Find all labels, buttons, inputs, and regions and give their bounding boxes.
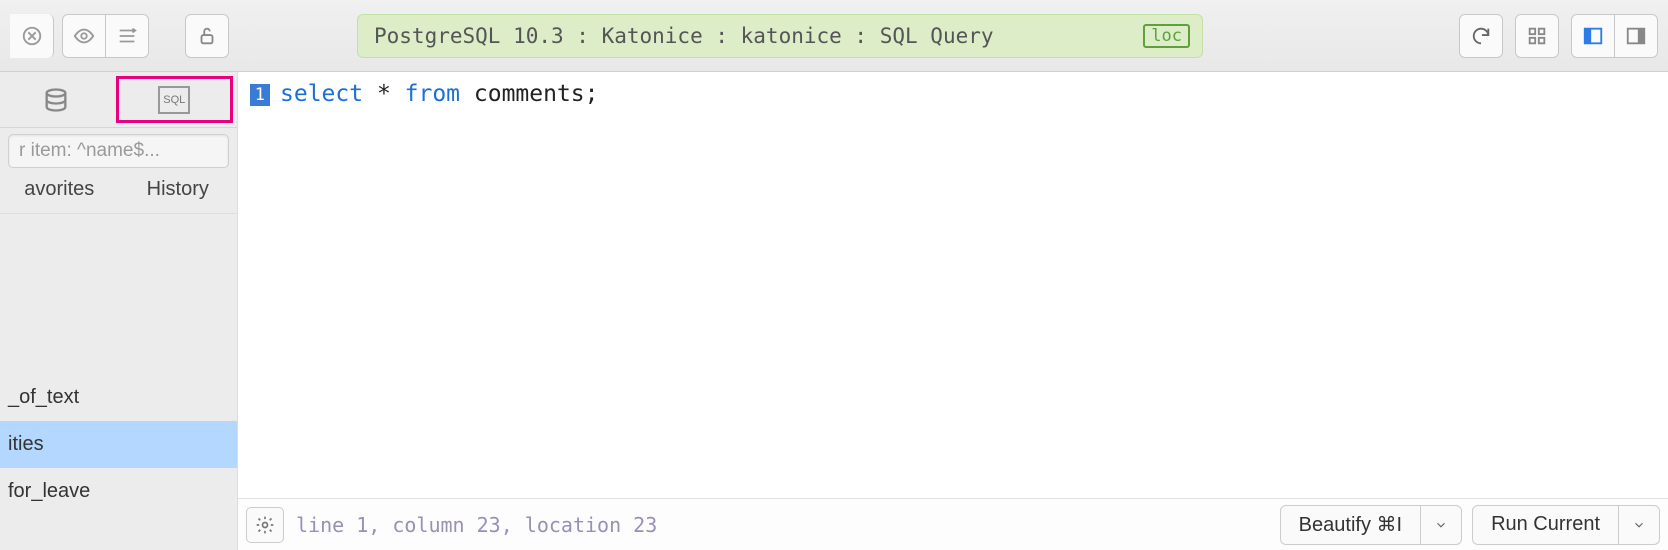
sidebar: SQL r item: ^name$... avorites History _… <box>0 72 238 550</box>
refresh-icon <box>1470 25 1492 47</box>
indent-button[interactable] <box>105 14 149 58</box>
panel-left-icon <box>1582 25 1604 47</box>
top-toolbar: PostgreSQL 10.3 : Katonice : katonice : … <box>0 0 1668 72</box>
cancel-button[interactable] <box>10 14 54 58</box>
run-button[interactable]: Run Current <box>1472 505 1660 545</box>
sidebar-section-favorites[interactable]: avorites <box>0 178 119 203</box>
panel-right-icon <box>1625 25 1647 47</box>
sidebar-tab-structure[interactable] <box>0 72 112 127</box>
connection-bar[interactable]: PostgreSQL 10.3 : Katonice : katonice : … <box>357 14 1203 58</box>
sidebar-section-history[interactable]: History <box>119 178 238 203</box>
text-token: comments; <box>460 81 598 107</box>
location-badge: loc <box>1143 24 1190 48</box>
sql-icon: SQL <box>158 86 190 114</box>
eye-icon <box>73 25 95 47</box>
connection-label: PostgreSQL 10.3 : Katonice : katonice : … <box>374 24 994 48</box>
beautify-dropdown[interactable] <box>1421 506 1461 544</box>
keyword-token: select <box>280 81 363 107</box>
sql-editor[interactable]: 1 select * from comments; <box>238 72 1668 498</box>
sidebar-filter-input[interactable]: r item: ^name$... <box>8 134 229 168</box>
list-item[interactable]: ities <box>0 421 237 468</box>
eye-button[interactable] <box>62 14 106 58</box>
sidebar-section-tabs: avorites History <box>0 174 237 214</box>
code-line: select * from comments; <box>270 80 599 498</box>
gear-icon <box>255 515 275 535</box>
indent-icon <box>116 25 138 47</box>
editor-pane: 1 select * from comments; line 1, column… <box>238 72 1668 550</box>
x-circle-icon <box>21 25 43 47</box>
sidebar-right-toggle[interactable] <box>1614 14 1658 58</box>
grid-icon <box>1526 25 1548 47</box>
unlock-icon <box>196 25 218 47</box>
sidebar-list: _of_text ities for_leave <box>0 214 237 550</box>
line-gutter: 1 <box>238 80 270 498</box>
database-icon <box>42 86 70 114</box>
text-token: * <box>363 81 405 107</box>
grid-button[interactable] <box>1515 14 1559 58</box>
refresh-button[interactable] <box>1459 14 1503 58</box>
run-label[interactable]: Run Current <box>1473 506 1619 544</box>
list-item[interactable]: _of_text <box>0 374 237 421</box>
status-bar: line 1, column 23, location 23 Beautify … <box>238 498 1668 550</box>
cursor-position: line 1, column 23, location 23 <box>296 513 657 537</box>
beautify-button[interactable]: Beautify ⌘I <box>1280 505 1462 545</box>
lock-button[interactable] <box>185 14 229 58</box>
sidebar-tabs: SQL <box>0 72 237 128</box>
chevron-down-icon <box>1434 518 1448 532</box>
list-item[interactable]: for_leave <box>0 468 237 515</box>
beautify-label[interactable]: Beautify ⌘I <box>1281 506 1421 544</box>
run-dropdown[interactable] <box>1619 506 1659 544</box>
filter-placeholder: r item: ^name$... <box>19 140 160 162</box>
chevron-down-icon <box>1632 518 1646 532</box>
keyword-token: from <box>405 81 460 107</box>
line-number: 1 <box>250 84 270 106</box>
settings-button[interactable] <box>246 507 284 543</box>
sidebar-tab-sql[interactable]: SQL <box>116 76 234 123</box>
sidebar-left-toggle[interactable] <box>1571 14 1615 58</box>
main-area: SQL r item: ^name$... avorites History _… <box>0 72 1668 550</box>
